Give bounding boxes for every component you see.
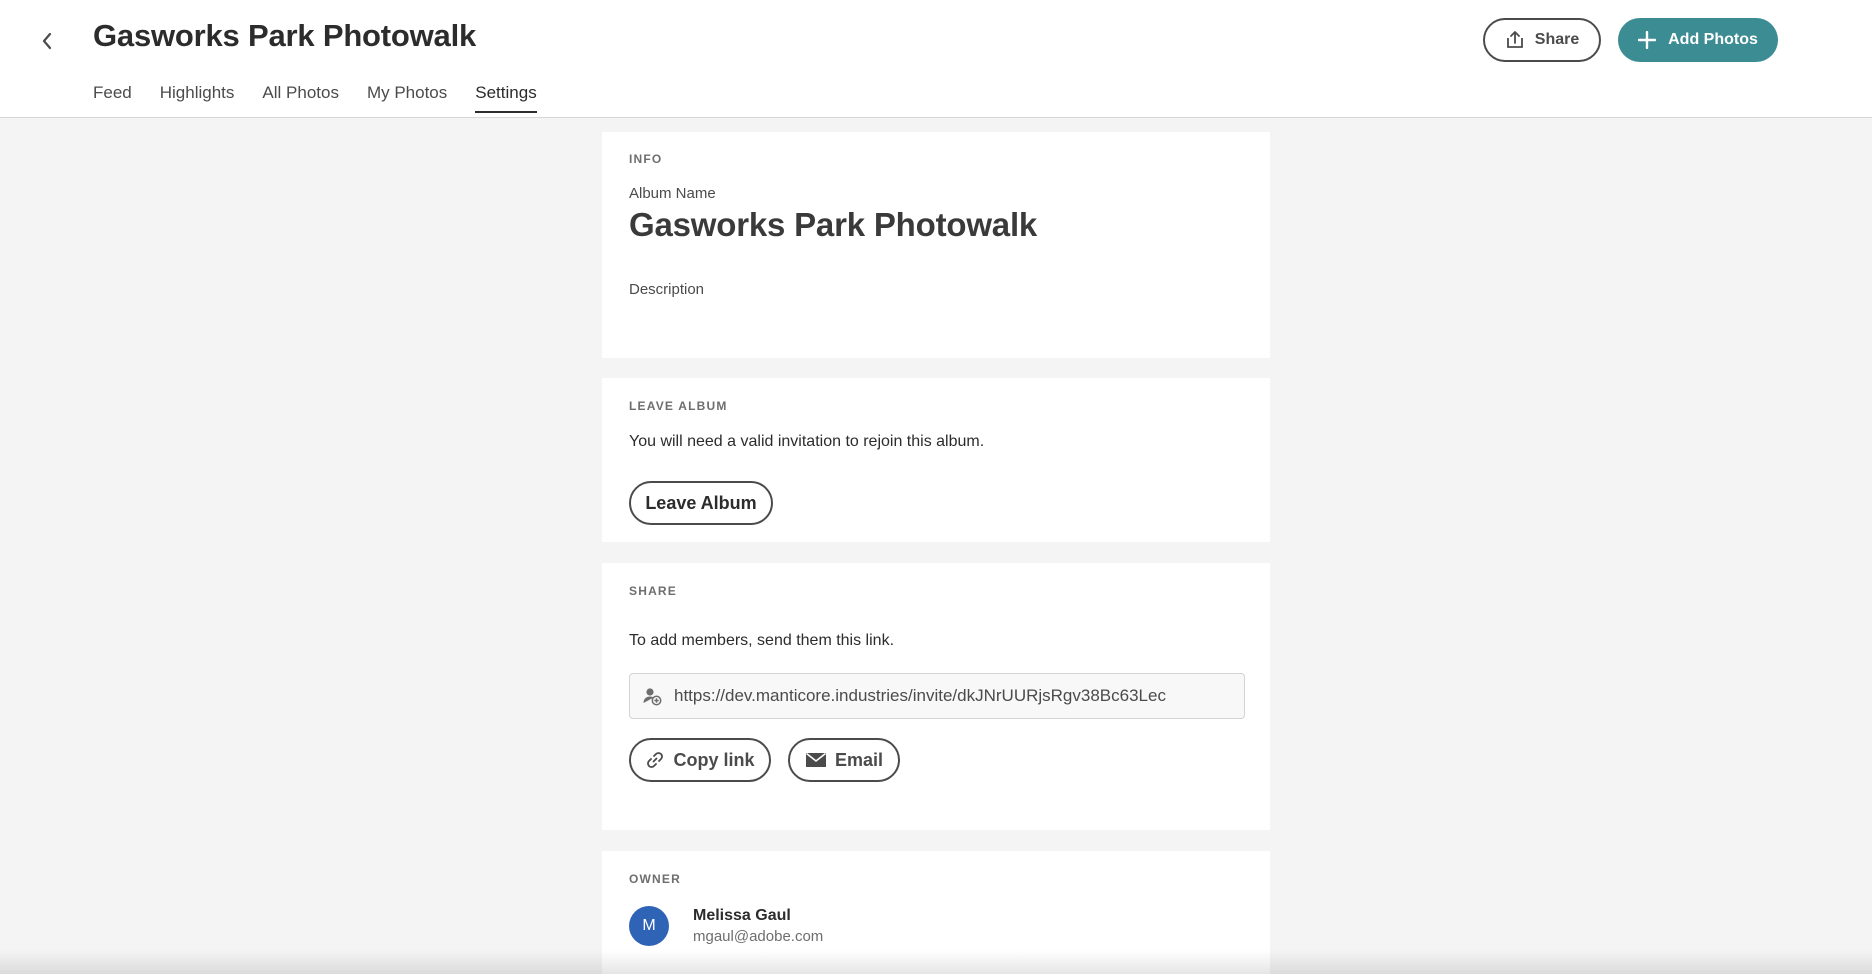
add-photos-button-label: Add Photos (1668, 31, 1758, 48)
section-label-info: INFO (629, 152, 663, 166)
album-name-field[interactable]: Gasworks Park Photowalk (629, 206, 1037, 244)
album-tabs: Feed Highlights All Photos My Photos Set… (93, 83, 565, 113)
section-label-owner: OWNER (629, 872, 681, 886)
chevron-left-icon (42, 32, 52, 50)
invite-link-input[interactable] (674, 686, 1244, 706)
email-button[interactable]: Email (788, 738, 900, 782)
leave-album-card: LEAVE ALBUM You will need a valid invita… (602, 378, 1270, 542)
album-name-label: Album Name (629, 185, 716, 202)
section-label-leave-album: LEAVE ALBUM (629, 399, 728, 413)
leave-album-message: You will need a valid invitation to rejo… (629, 433, 985, 450)
link-icon (647, 752, 664, 768)
tab-all-photos[interactable]: All Photos (262, 83, 339, 113)
info-card: INFO Album Name Gasworks Park Photowalk … (602, 132, 1270, 358)
share-message: To add members, send them this link. (629, 632, 895, 649)
email-button-label: Email (834, 749, 884, 770)
avatar-initial: M (642, 917, 656, 934)
section-label-share: SHARE (629, 584, 678, 598)
owner-email: mgaul@adobe.com (693, 928, 824, 945)
tab-settings[interactable]: Settings (475, 83, 538, 113)
share-upload-icon (1506, 31, 1523, 48)
add-photos-button[interactable]: Add Photos (1618, 18, 1778, 62)
leave-album-button-label: Leave Album (645, 492, 757, 513)
tab-highlights[interactable]: Highlights (160, 83, 235, 113)
app-header: Gasworks Park Photowalk Feed Highlights … (0, 0, 1872, 118)
share-card: SHARE To add members, send them this lin… (602, 563, 1270, 830)
copy-link-button[interactable]: Copy link (629, 738, 771, 782)
share-button[interactable]: Share (1483, 18, 1601, 62)
tab-feed[interactable]: Feed (93, 83, 132, 113)
tab-my-photos[interactable]: My Photos (367, 83, 447, 113)
back-button[interactable] (30, 24, 64, 58)
add-person-icon (642, 686, 662, 706)
leave-album-button[interactable]: Leave Album (629, 481, 773, 525)
share-button-label: Share (1534, 31, 1580, 48)
description-label[interactable]: Description (629, 281, 704, 298)
owner-name: Melissa Gaul (693, 907, 791, 924)
plus-icon (1638, 31, 1657, 49)
mail-icon (805, 752, 826, 767)
owner-card: OWNER M Melissa Gaul mgaul@adobe.com (602, 851, 1270, 974)
invite-link-field[interactable] (629, 673, 1245, 719)
copy-link-button-label: Copy link (673, 749, 755, 770)
avatar: M (629, 906, 669, 946)
page-title: Gasworks Park Photowalk (93, 18, 477, 53)
